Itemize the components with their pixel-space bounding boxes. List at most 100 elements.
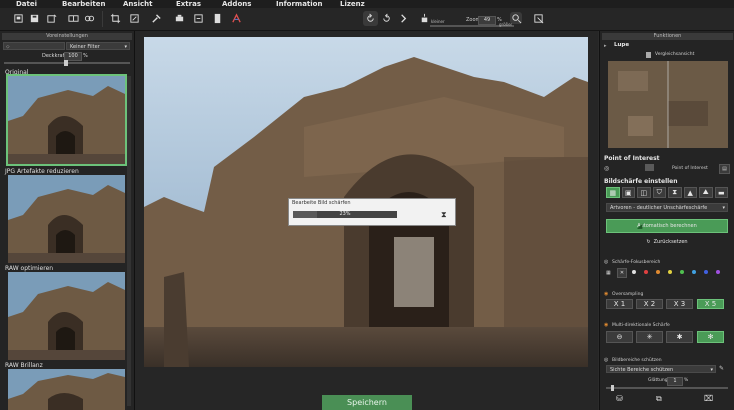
export-settings-icon[interactable]: ⛁ — [616, 394, 623, 403]
direction-4-icon[interactable]: ✱ — [666, 331, 693, 343]
open-icon[interactable] — [12, 12, 25, 25]
sharpen-mode-6-icon[interactable]: ▲ — [683, 187, 697, 198]
focus-color-dot[interactable] — [644, 270, 648, 274]
reset-button[interactable]: ↻ Zurücksetzen — [636, 236, 698, 247]
crop-icon[interactable] — [109, 12, 122, 25]
menu-addons[interactable]: Addons — [222, 0, 251, 8]
print-icon[interactable] — [173, 12, 186, 25]
thumb-raw-optimize[interactable] — [8, 272, 125, 360]
batch-icon[interactable] — [45, 12, 58, 25]
smooth-slider[interactable] — [606, 387, 728, 389]
collapse-icon[interactable]: ▸ — [604, 43, 607, 49]
export-icon[interactable] — [192, 12, 205, 25]
preset-category-select[interactable]: ⬦ — [3, 42, 65, 50]
menu-information[interactable]: Information — [276, 0, 322, 8]
chevron-down-icon: ▾ — [710, 367, 713, 373]
menu-datei[interactable]: Datei — [16, 0, 37, 8]
protect-select[interactable]: Sichte Bereiche schützen ▾ — [606, 365, 716, 373]
rotate-right-icon[interactable] — [380, 12, 393, 25]
focus-color-dot[interactable] — [704, 270, 708, 274]
save-button[interactable]: Speichern — [322, 395, 412, 410]
sharpen-mode-3-icon[interactable]: ◫ — [637, 187, 651, 198]
oversampling-x2-button[interactable]: X 2 — [636, 299, 663, 309]
smooth-slider-handle[interactable] — [611, 385, 614, 391]
thumb-label-raw-optimize: RAW optimieren — [5, 265, 54, 272]
fullscreen-icon[interactable] — [532, 12, 545, 25]
focus-color-dot[interactable] — [656, 270, 660, 274]
oversampling-x1-button[interactable]: X 1 — [606, 299, 633, 309]
sharpness-preset-select[interactable]: Artvoren - deutlicher Unschärfeschärfe ▾ — [606, 203, 728, 212]
focus-color-dot[interactable] — [632, 270, 636, 274]
progress-bar: 23% — [293, 211, 397, 218]
menu-lizenz[interactable]: Lizenz — [340, 0, 365, 8]
thumb-original[interactable] — [6, 74, 127, 166]
sharpen-mode-4-icon[interactable]: ⛉ — [652, 187, 666, 198]
protect-icon: ◎ — [604, 357, 609, 363]
smooth-value-field[interactable]: 1 — [667, 377, 683, 386]
presets-header: Voreinstellungen — [2, 33, 132, 40]
direction-1-icon[interactable]: ⊖ — [606, 331, 633, 343]
focus-grid-icon[interactable]: ▦ — [606, 270, 611, 276]
thumb-label-jpg: JPG Artefakte reduzieren — [5, 168, 79, 175]
zoom-value-field[interactable]: 49 — [478, 16, 496, 25]
multi-label: Multi-direktionale Schärfe — [612, 323, 670, 328]
poi-settings-icon[interactable]: ▤ — [719, 164, 730, 174]
menu-ansicht[interactable]: Ansicht — [123, 0, 152, 8]
focus-color-dot[interactable] — [716, 270, 720, 274]
chevron-down-icon: ▾ — [722, 205, 725, 211]
loupe-view[interactable] — [608, 61, 728, 148]
toolbar: kleiner Zoom 49 % größer — [0, 8, 734, 31]
sharpness-title: Bildschärfe einstellen — [604, 178, 678, 185]
fit-icon[interactable] — [418, 12, 431, 25]
sharpen-mode-2-icon[interactable]: ▣ — [621, 187, 635, 198]
auto-calc-icon: ◢ — [637, 222, 643, 230]
reset-label: Zurücksetzen — [653, 238, 688, 245]
direction-2-icon[interactable]: ✳ — [636, 331, 663, 343]
document-icon[interactable] — [211, 12, 224, 25]
oversampling-x3-button[interactable]: X 3 — [666, 299, 693, 309]
zoom-in-icon[interactable] — [510, 12, 522, 24]
sharpen-mode-5-icon[interactable]: ⧗ — [668, 187, 682, 198]
snapshot-icon[interactable]: ⌧ — [704, 394, 713, 403]
link-icon[interactable] — [83, 12, 96, 25]
focus-color-dot[interactable] — [692, 270, 696, 274]
focus-eraser-icon[interactable]: ✕ — [617, 268, 627, 278]
multi-icon: ◉ — [604, 322, 609, 328]
smooth-unit: % — [684, 378, 689, 383]
menu-extras[interactable]: Extras — [176, 0, 201, 8]
sharpen-mode-1-icon[interactable]: ▦ — [606, 187, 620, 198]
poi-label: Point of Interest — [672, 166, 708, 171]
filter-select[interactable]: Keiner Filter ▾ — [66, 42, 130, 50]
compare-view-icon[interactable]: ⧉ — [656, 394, 662, 404]
protect-brush-icon[interactable]: ✎ — [719, 365, 724, 372]
target-icon: ◎ — [604, 165, 610, 172]
save-icon[interactable] — [28, 12, 41, 25]
tools-icon[interactable] — [150, 12, 163, 25]
flip-icon[interactable] — [397, 12, 410, 25]
focus-color-dots — [632, 270, 728, 275]
sharpen-mode-7-icon[interactable]: ⛰ — [699, 187, 713, 198]
compare-toggle[interactable] — [646, 52, 651, 58]
thumb-jpg-artifacts[interactable] — [8, 175, 125, 263]
auto-calc-button[interactable]: ◢ Automatisch berechnen — [606, 219, 728, 233]
rotate-left-icon[interactable] — [363, 11, 378, 26]
oversampling-x5-button[interactable]: X 5 — [697, 299, 724, 309]
poi-title: Point of Interest — [604, 155, 660, 162]
lupe-compare-label: Vergleichsansicht — [655, 52, 695, 57]
menu-bearbeiten[interactable]: Bearbeiten — [62, 0, 106, 8]
thumb-scrollbar[interactable] — [127, 76, 131, 406]
chevron-down-icon: ▾ — [124, 44, 127, 50]
poi-toggle[interactable] — [645, 164, 654, 171]
focus-color-dot[interactable] — [668, 270, 672, 274]
compare-icon[interactable] — [67, 12, 80, 25]
direction-8-icon[interactable]: ✻ — [697, 331, 724, 343]
color-icon[interactable] — [230, 12, 243, 25]
sharpen-mode-8-icon[interactable]: ▬ — [714, 187, 728, 198]
protect-select-value: Sichte Bereiche schützen — [610, 367, 674, 373]
focus-color-dot[interactable] — [680, 270, 684, 274]
zoom-smaller-label: kleiner — [431, 19, 445, 24]
lupe-title: Lupe — [614, 42, 630, 48]
thumb-raw-brillanz[interactable] — [8, 369, 125, 410]
opacity-slider-handle[interactable] — [64, 60, 68, 66]
rotate-icon[interactable] — [128, 12, 141, 25]
